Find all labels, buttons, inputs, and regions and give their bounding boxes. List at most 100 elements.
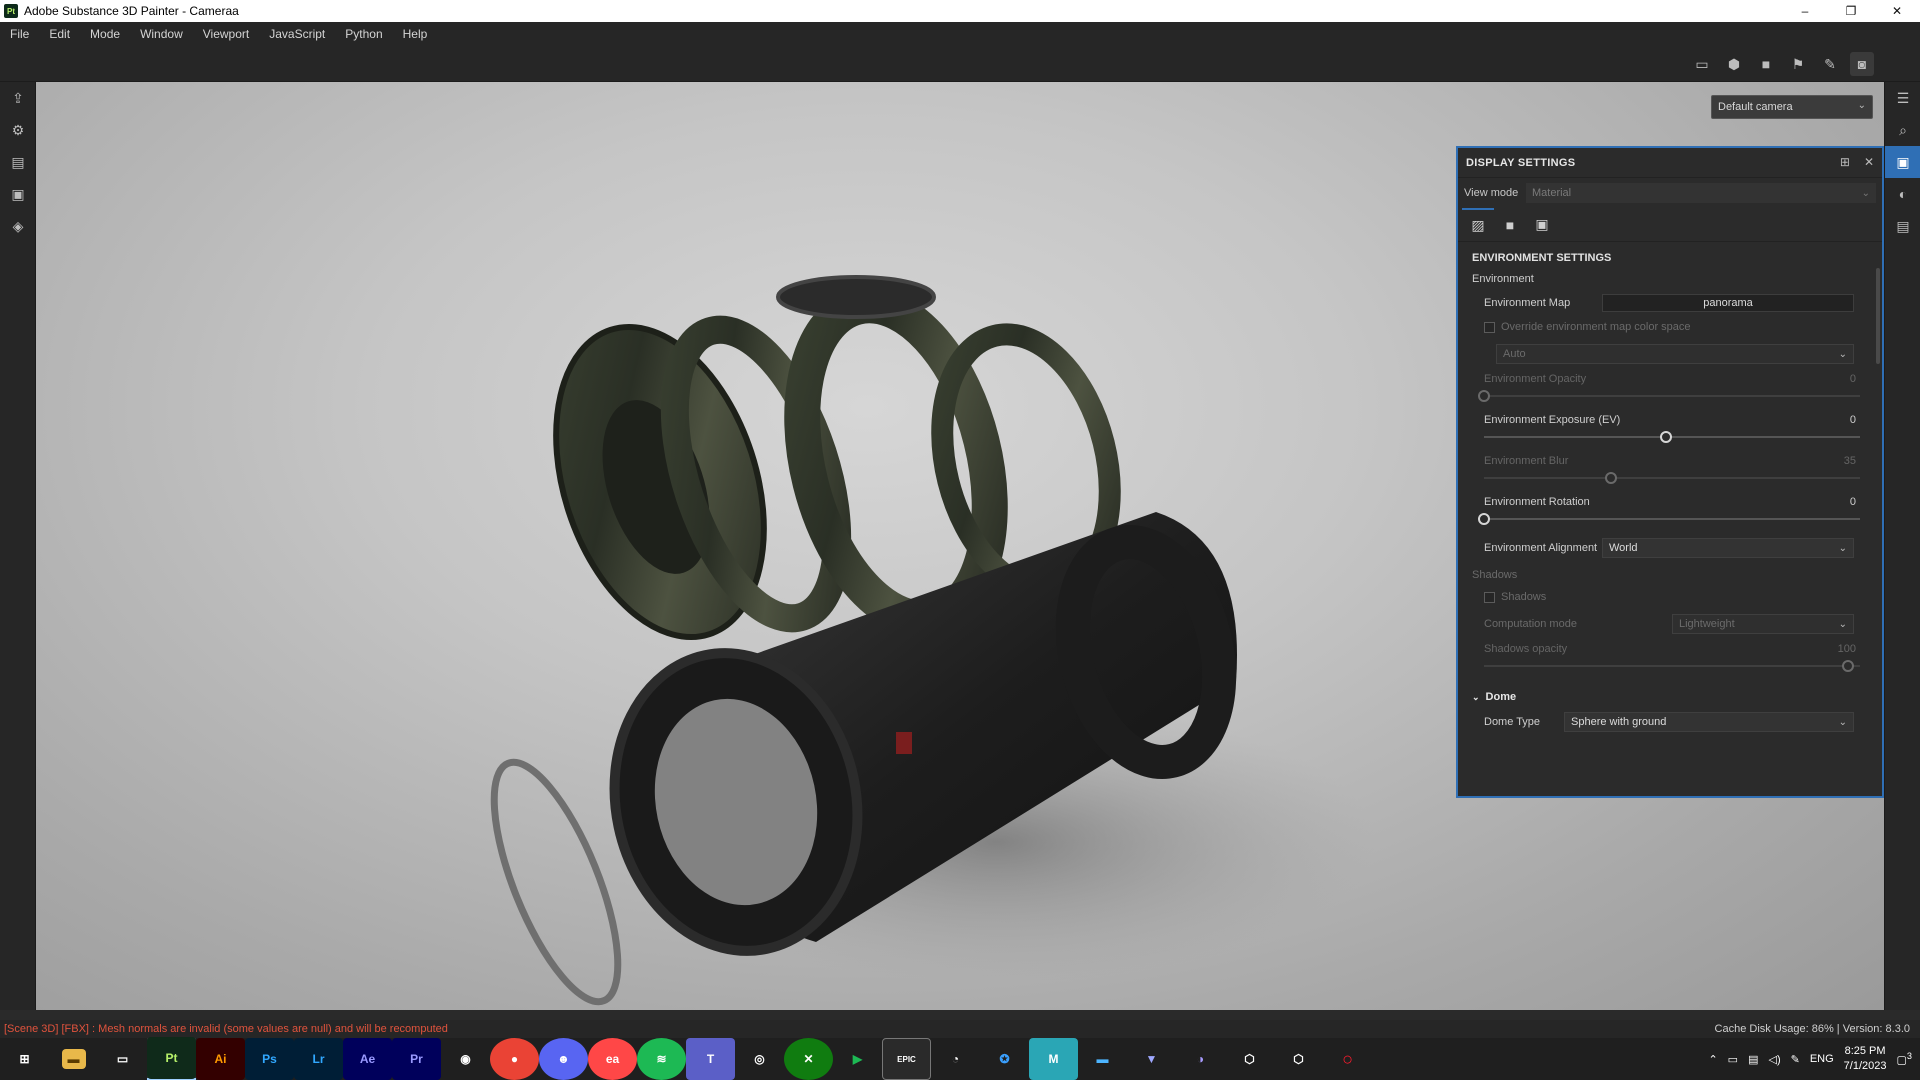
zoom-icon[interactable]: ⌕ [1885, 114, 1920, 146]
game-pass-icon[interactable]: ▶ [833, 1038, 882, 1080]
computation-mode-select[interactable]: Lightweight ⌄ [1672, 614, 1854, 634]
chrome-icon[interactable]: ● [490, 1038, 539, 1080]
env-opacity-slider[interactable]: Environment Opacity 0 [1472, 369, 1862, 410]
chevron-down-icon: ⌄ [1861, 187, 1870, 199]
unreal-icon[interactable]: ◔ [931, 1038, 980, 1080]
slider-thumb[interactable] [1842, 660, 1854, 672]
menu-mode[interactable]: Mode [90, 27, 120, 41]
steam-icon[interactable]: ◉ [441, 1038, 490, 1080]
panel-scrollbar[interactable] [1876, 268, 1880, 364]
title-bar: Pt Adobe Substance 3D Painter - Cameraa … [0, 0, 1920, 22]
colorspace-select[interactable]: Auto ⌄ [1496, 344, 1854, 364]
battle-net-icon[interactable]: ✪ [980, 1038, 1029, 1080]
meet-now-icon[interactable]: ▭ [1728, 1053, 1738, 1066]
spotify-icon[interactable]: ≋ [637, 1038, 686, 1080]
env-blur-slider[interactable]: Environment Blur 35 [1472, 451, 1862, 492]
slider-thumb[interactable] [1478, 513, 1490, 525]
taskbar-lightroom-icon[interactable]: Lr [294, 1038, 343, 1080]
windows-start-icon[interactable]: ⊞ [0, 1038, 49, 1080]
blender-icon[interactable]: ◑ [1176, 1038, 1225, 1080]
camera-icon[interactable]: ■ [1754, 52, 1778, 76]
env-map-field[interactable]: panorama [1602, 294, 1854, 312]
taskbar-premiere-icon[interactable]: Pr [392, 1038, 441, 1080]
shader-icon[interactable]: ◐ [1885, 178, 1920, 210]
assets-icon[interactable]: ◈ [0, 210, 36, 242]
clock[interactable]: 8:25 PM 7/1/2023 [1844, 1044, 1887, 1074]
epic-games-icon[interactable]: EPIC [882, 1038, 931, 1080]
shadows-group-label: Shadows [1472, 569, 1518, 581]
slider-thumb[interactable] [1478, 390, 1490, 402]
obs-icon[interactable]: ◎ [735, 1038, 784, 1080]
shadows-opacity-slider[interactable]: Shadows opacity 100 [1472, 639, 1862, 680]
notification-icon[interactable]: ▢3 [1897, 1051, 1913, 1067]
tab-viewer[interactable]: ▣ [1526, 208, 1558, 242]
2d-view-icon[interactable]: ▭ [1690, 52, 1714, 76]
chevron-up-icon[interactable]: ⌃ [1708, 1053, 1717, 1066]
screenshot-icon[interactable]: ◙ [1850, 52, 1874, 76]
vpn-icon[interactable]: ▼ [1127, 1038, 1176, 1080]
shadows-checkbox[interactable] [1484, 591, 1495, 603]
taskbar-photoshop-icon[interactable]: Ps [245, 1038, 294, 1080]
opera-icon[interactable]: ○ [1323, 1038, 1372, 1080]
menu-window[interactable]: Window [140, 27, 183, 41]
dome-section-toggle[interactable]: ⌄ Dome [1472, 686, 1862, 708]
chevron-down-icon: ⌄ [1838, 618, 1847, 630]
dome-type-select[interactable]: Sphere with ground ⌄ [1564, 712, 1854, 732]
settings-app-icon[interactable]: ⬡ [1225, 1038, 1274, 1080]
menu-help[interactable]: Help [403, 27, 428, 41]
oculus-icon[interactable]: ▬ [1078, 1038, 1127, 1080]
file-explorer-icon[interactable]: ▬ [49, 1038, 98, 1080]
dome-type-label: Dome Type [1484, 716, 1541, 728]
override-colorspace-checkbox[interactable] [1484, 321, 1495, 333]
menu-javascript[interactable]: JavaScript [269, 27, 325, 41]
camera-app-icon[interactable]: ⬡ [1274, 1038, 1323, 1080]
network-icon[interactable]: ▤ [1748, 1053, 1758, 1066]
teams-icon[interactable]: T [686, 1038, 735, 1080]
paint-icon[interactable]: ✎ [1818, 52, 1842, 76]
env-exposure-slider[interactable]: Environment Exposure (EV) 0 [1472, 410, 1862, 451]
display-settings-icon[interactable]: ▣ [1885, 146, 1920, 178]
texture-set-icon[interactable]: ▤ [0, 146, 36, 178]
env-rotation-slider[interactable]: Environment Rotation 0 [1472, 492, 1862, 533]
env-alignment-select[interactable]: World ⌄ [1602, 538, 1854, 558]
printer-icon[interactable]: ▭ [98, 1038, 147, 1080]
taskbar-illustrator-icon[interactable]: Ai [196, 1038, 245, 1080]
layers-icon[interactable]: ☰ [1885, 82, 1920, 114]
tab-camera[interactable]: ■ [1494, 208, 1526, 242]
3d-view-icon[interactable]: ⬢ [1722, 52, 1746, 76]
rig-icon[interactable]: ⚑ [1786, 52, 1810, 76]
computation-mode-label: Computation mode [1484, 618, 1577, 630]
export-icon[interactable]: ⇪ [0, 82, 36, 114]
status-bar: [Scene 3D] [FBX] : Mesh normals are inva… [0, 1020, 1920, 1038]
menu-viewport[interactable]: Viewport [203, 27, 249, 41]
ea-icon[interactable]: ea [588, 1038, 637, 1080]
taskbar-painter-icon[interactable]: Pt [147, 1037, 196, 1080]
menu-file[interactable]: File [10, 27, 29, 41]
restore-button[interactable]: ❐ [1828, 0, 1874, 22]
close-icon[interactable]: ✕ [1864, 155, 1874, 169]
shelf-icon[interactable]: ▣ [0, 178, 36, 210]
language-indicator[interactable]: ENG [1810, 1053, 1834, 1065]
menu-python[interactable]: Python [345, 27, 382, 41]
bake-icon[interactable]: ⚙ [0, 114, 36, 146]
close-button[interactable]: ✕ [1874, 0, 1920, 22]
minimize-button[interactable]: – [1782, 0, 1828, 22]
taskbar-after-effects-icon[interactable]: Ae [343, 1038, 392, 1080]
app-m-icon[interactable]: M [1029, 1038, 1078, 1080]
slider-thumb[interactable] [1605, 472, 1618, 484]
discord-icon[interactable]: ☻ [539, 1038, 588, 1080]
chevron-down-icon: ⌄ [1857, 100, 1866, 111]
view-mode-select[interactable]: Material ⌄ [1526, 183, 1876, 203]
tab-environment[interactable]: ▨ [1462, 207, 1494, 242]
pen-icon[interactable]: ✎ [1791, 1053, 1800, 1066]
volume-icon[interactable]: ◁) [1768, 1053, 1780, 1066]
main-toolbar: ▭ ⬢ ■ ⚑ ✎ ◙ [0, 46, 1920, 82]
slider-thumb[interactable] [1660, 431, 1672, 443]
log-icon[interactable]: ▤ [1885, 210, 1920, 242]
undock-icon[interactable]: ⊞ [1840, 155, 1850, 169]
error-message: [Scene 3D] [FBX] : Mesh normals are inva… [4, 1023, 448, 1035]
camera-select[interactable]: Default camera ⌄ [1711, 95, 1873, 119]
menu-edit[interactable]: Edit [49, 27, 70, 41]
xbox-icon[interactable]: ✕ [784, 1038, 833, 1080]
substance-painter-logo-icon: Pt [4, 4, 18, 18]
